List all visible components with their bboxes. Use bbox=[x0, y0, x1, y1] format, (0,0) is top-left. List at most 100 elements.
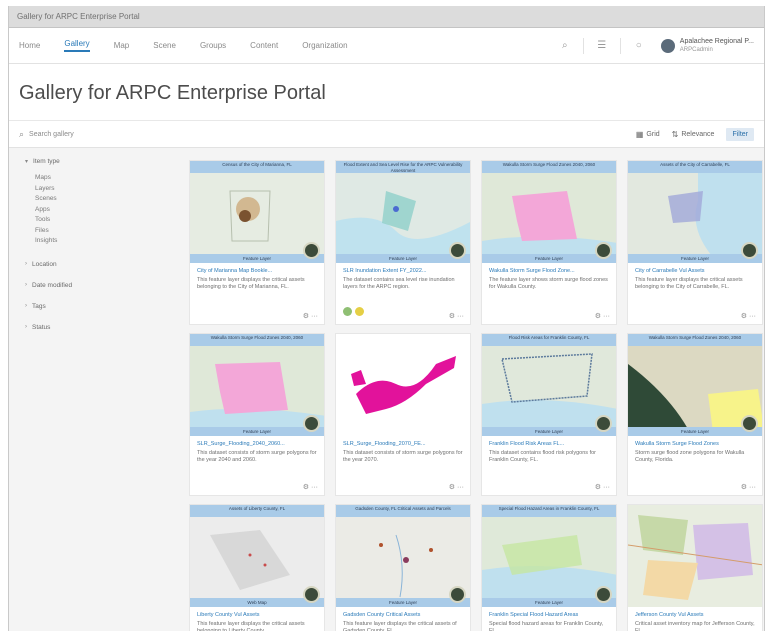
card-title[interactable]: SLR_Surge_Flooding_2070_FE... bbox=[343, 441, 463, 448]
more-options-icon[interactable]: ⚙ ··· bbox=[303, 312, 318, 320]
card-title[interactable]: City of Carrabelle Vul Assets bbox=[635, 268, 755, 275]
card-description: This dataset consists of storm surge pol… bbox=[197, 450, 317, 463]
card-thumbnail: Special Flood Hazard Areas in Franklin C… bbox=[482, 505, 616, 607]
filter-item-type[interactable]: ▾ Item type bbox=[25, 158, 159, 165]
chevron-right-icon: › bbox=[25, 282, 27, 288]
card-title[interactable]: Gadsden County Critical Assets bbox=[343, 612, 463, 619]
user-name: Apalachee Regional P... bbox=[679, 37, 754, 45]
card-description: Special flood hazard areas for Franklin … bbox=[489, 621, 604, 631]
more-options-icon[interactable]: ⚙ ··· bbox=[449, 312, 464, 320]
apps-icon[interactable]: ☰ bbox=[594, 38, 610, 54]
filter-group-location[interactable]: › Location bbox=[25, 261, 159, 268]
map-thumbnail bbox=[336, 334, 470, 436]
page-title: Gallery for ARPC Enterprise Portal bbox=[19, 82, 326, 104]
more-options-icon[interactable]: ⚙ ··· bbox=[449, 483, 464, 491]
seal-logo bbox=[741, 415, 758, 432]
card-title[interactable]: Jefferson County Vul Assets bbox=[635, 612, 755, 619]
filter-group-tags[interactable]: › Tags bbox=[25, 303, 159, 310]
search-input[interactable]: Search gallery bbox=[29, 131, 74, 138]
card-thumbnail: Wakulla Storm Surge Flood Zones 2040, 20… bbox=[628, 334, 762, 436]
card-description: Critical asset inventory map for Jeffers… bbox=[635, 621, 755, 631]
sort-button[interactable]: ⇅ Relevance bbox=[672, 130, 715, 139]
card-title[interactable]: Wakulla Storm Surge Flood Zones bbox=[635, 441, 755, 448]
filter-group-date[interactable]: › Date modified bbox=[25, 282, 159, 289]
seal-logo bbox=[303, 586, 320, 603]
browser-tab-title[interactable]: Gallery for ARPC Enterprise Portal bbox=[17, 12, 140, 21]
nav-groups[interactable]: Groups bbox=[200, 41, 226, 50]
grid-icon: ▦ bbox=[635, 129, 644, 139]
item-type-option[interactable]: Scenes bbox=[35, 194, 159, 205]
map-thumbnail bbox=[628, 505, 762, 607]
gallery-card[interactable]: SLR_Surge_Flooding_2070_FE... This datas… bbox=[335, 333, 471, 496]
gallery-card[interactable]: Flood Risk Areas for Franklin County, FL… bbox=[481, 333, 617, 496]
nav-organization[interactable]: Organization bbox=[302, 41, 347, 50]
grid-label: Grid bbox=[646, 130, 660, 138]
gallery-card[interactable]: Census of the City of Marianna, FL Featu… bbox=[189, 160, 325, 325]
card-title[interactable]: Liberty County Vul Assets bbox=[197, 612, 317, 619]
page-header: Gallery for ARPC Enterprise Portal bbox=[9, 64, 764, 120]
card-banner: Census of the City of Marianna, FL bbox=[190, 161, 324, 173]
card-banner: Wakulla Storm Surge Flood Zones 2040, 20… bbox=[190, 334, 324, 346]
grid-view-button[interactable]: ▦ Grid bbox=[636, 130, 660, 139]
card-info: Gadsden County Critical Assets This feat… bbox=[336, 607, 470, 631]
card-thumbnail: Assets of Liberty County, FL Web Map bbox=[190, 505, 324, 607]
card-info: Wakulla Storm Surge Flood Zone... The fe… bbox=[482, 263, 616, 310]
nav-home[interactable]: Home bbox=[19, 41, 40, 50]
more-options-icon[interactable]: ⚙ ··· bbox=[303, 483, 318, 491]
item-type-option[interactable]: Files bbox=[35, 226, 159, 237]
gallery-card[interactable]: Wakulla Storm Surge Flood Zones 2040, 20… bbox=[189, 333, 325, 496]
card-info: Wakulla Storm Surge Flood Zones Storm su… bbox=[628, 436, 762, 483]
gallery-card[interactable]: Flood Extent and Sea Level Rise for the … bbox=[335, 160, 471, 325]
card-title[interactable]: Wakulla Storm Surge Flood Zone... bbox=[489, 268, 609, 275]
card-title[interactable]: Franklin Flood Risk Areas FL... bbox=[489, 441, 609, 448]
notifications-icon[interactable]: ○ bbox=[631, 38, 647, 54]
card-thumbnail: Census of the City of Marianna, FL Featu… bbox=[190, 161, 324, 263]
card-banner: Wakulla Storm Surge Flood Zones 2040, 20… bbox=[482, 161, 616, 173]
seal-logo bbox=[595, 242, 612, 259]
card-banner: Special Flood Hazard Areas in Franklin C… bbox=[482, 505, 616, 517]
card-thumbnail: Wakulla Storm Surge Flood Zones 2040, 20… bbox=[482, 161, 616, 263]
sort-icon: ⇅ bbox=[671, 129, 679, 139]
gallery-card[interactable]: Assets of the City of Carrabelle, FL Fea… bbox=[627, 160, 763, 325]
card-description: The dataset contains sea level rise inun… bbox=[343, 277, 455, 290]
filter-group-label: Location bbox=[32, 260, 57, 268]
item-type-option[interactable]: Layers bbox=[35, 184, 159, 195]
gallery-card[interactable]: Wakulla Storm Surge Flood Zones 2040, 20… bbox=[481, 160, 617, 325]
chevron-right-icon: › bbox=[25, 324, 27, 330]
more-options-icon[interactable]: ⚙ ··· bbox=[741, 483, 756, 491]
top-navigation: Home Gallery Map Scene Groups Content Or… bbox=[9, 28, 764, 64]
card-title[interactable]: SLR_Surge_Flooding_2040_2060... bbox=[197, 441, 317, 448]
more-options-icon[interactable]: ⚙ ··· bbox=[595, 312, 610, 320]
more-options-icon[interactable]: ⚙ ··· bbox=[741, 312, 756, 320]
nav-scene[interactable]: Scene bbox=[153, 41, 176, 50]
sort-label: Relevance bbox=[681, 130, 715, 138]
filter-group-status[interactable]: › Status bbox=[25, 324, 159, 331]
nav-content[interactable]: Content bbox=[250, 41, 278, 50]
gallery-card[interactable]: Special Flood Hazard Areas in Franklin C… bbox=[481, 504, 617, 631]
card-description: This feature layer displays the critical… bbox=[197, 621, 305, 631]
user-menu[interactable]: Apalachee Regional P... ARPCadmin bbox=[680, 37, 754, 55]
deprecated-badge-icon bbox=[355, 307, 364, 316]
card-thumbnail bbox=[628, 505, 762, 607]
item-type-option[interactable]: Maps bbox=[35, 173, 159, 184]
card-title[interactable]: SLR Inundation Extent FY_2022... bbox=[343, 268, 463, 275]
item-type-option[interactable]: Tools bbox=[35, 215, 159, 226]
item-type-option[interactable]: Insights bbox=[35, 236, 159, 247]
nav-map[interactable]: Map bbox=[114, 41, 130, 50]
card-info: Franklin Flood Risk Areas FL... This dat… bbox=[482, 436, 616, 483]
gallery-card[interactable]: Assets of Liberty County, FL Web Map Lib… bbox=[189, 504, 325, 631]
avatar[interactable] bbox=[660, 38, 675, 53]
item-type-option[interactable]: Apps bbox=[35, 205, 159, 216]
card-title[interactable]: Franklin Special Flood Hazard Areas bbox=[489, 612, 609, 619]
card-info: City of Marianna Map Bookle... This feat… bbox=[190, 263, 324, 310]
gallery-card[interactable]: Gadsden County, FL Critical Assets and P… bbox=[335, 504, 471, 631]
seal-logo bbox=[595, 586, 612, 603]
search-icon[interactable]: ⌕ bbox=[557, 38, 573, 54]
filter-button[interactable]: Filter bbox=[726, 127, 754, 141]
card-thumbnail: Flood Risk Areas for Franklin County, FL… bbox=[482, 334, 616, 436]
card-title[interactable]: City of Marianna Map Bookle... bbox=[197, 268, 317, 275]
gallery-card[interactable]: Wakulla Storm Surge Flood Zones 2040, 20… bbox=[627, 333, 763, 496]
nav-gallery[interactable]: Gallery bbox=[64, 39, 90, 52]
more-options-icon[interactable]: ⚙ ··· bbox=[595, 483, 610, 491]
gallery-card[interactable]: Jefferson County Vul Assets Critical ass… bbox=[627, 504, 763, 631]
